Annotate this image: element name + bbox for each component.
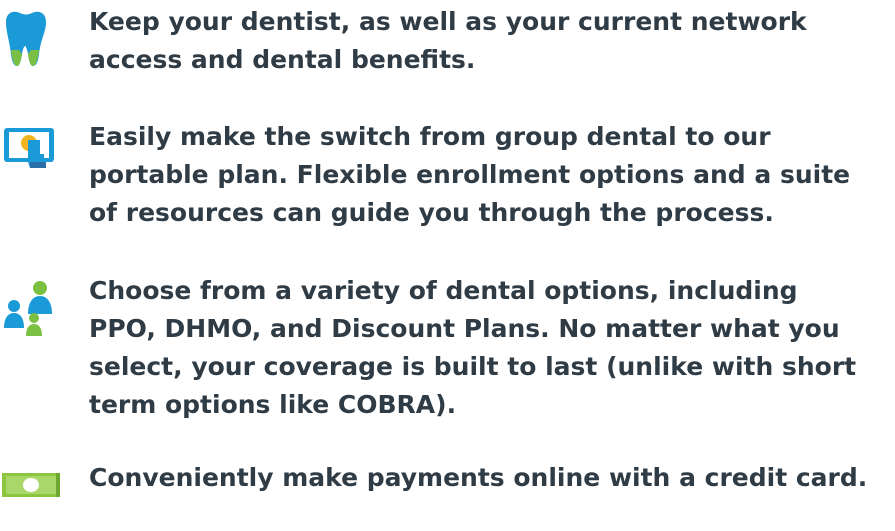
- benefit-line: Easily make the switch from group dental…: [89, 122, 771, 151]
- benefit-line: access and dental benefits.: [89, 45, 476, 74]
- benefit-line: Conveniently make payments online with a…: [89, 463, 868, 492]
- tooth-icon: [0, 10, 80, 70]
- people-group-icon: [0, 280, 80, 340]
- benefit-line: Keep your dentist, as well as your curre…: [89, 7, 807, 36]
- benefit-text: Conveniently make payments online with a…: [89, 459, 867, 497]
- benefit-line: select, your coverage is built to last (…: [89, 352, 857, 381]
- cash-bill-icon: [0, 471, 80, 531]
- benefit-text: Easily make the switch from group dental…: [89, 118, 850, 232]
- benefit-line: Choose from a variety of dental options,…: [89, 276, 798, 305]
- benefit-line: of resources can guide you through the p…: [89, 198, 774, 227]
- tablet-touch-icon: [0, 126, 80, 186]
- benefit-text: Choose from a variety of dental options,…: [89, 272, 856, 424]
- benefit-list: Keep your dentist, as well as your curre…: [0, 0, 895, 500]
- benefit-line: portable plan. Flexible enrollment optio…: [89, 160, 851, 189]
- benefit-line: PPO, DHMO, and Discount Plans. No matter…: [89, 314, 840, 343]
- benefit-line: term options like COBRA).: [89, 390, 457, 419]
- benefit-text: Keep your dentist, as well as your curre…: [89, 3, 807, 79]
